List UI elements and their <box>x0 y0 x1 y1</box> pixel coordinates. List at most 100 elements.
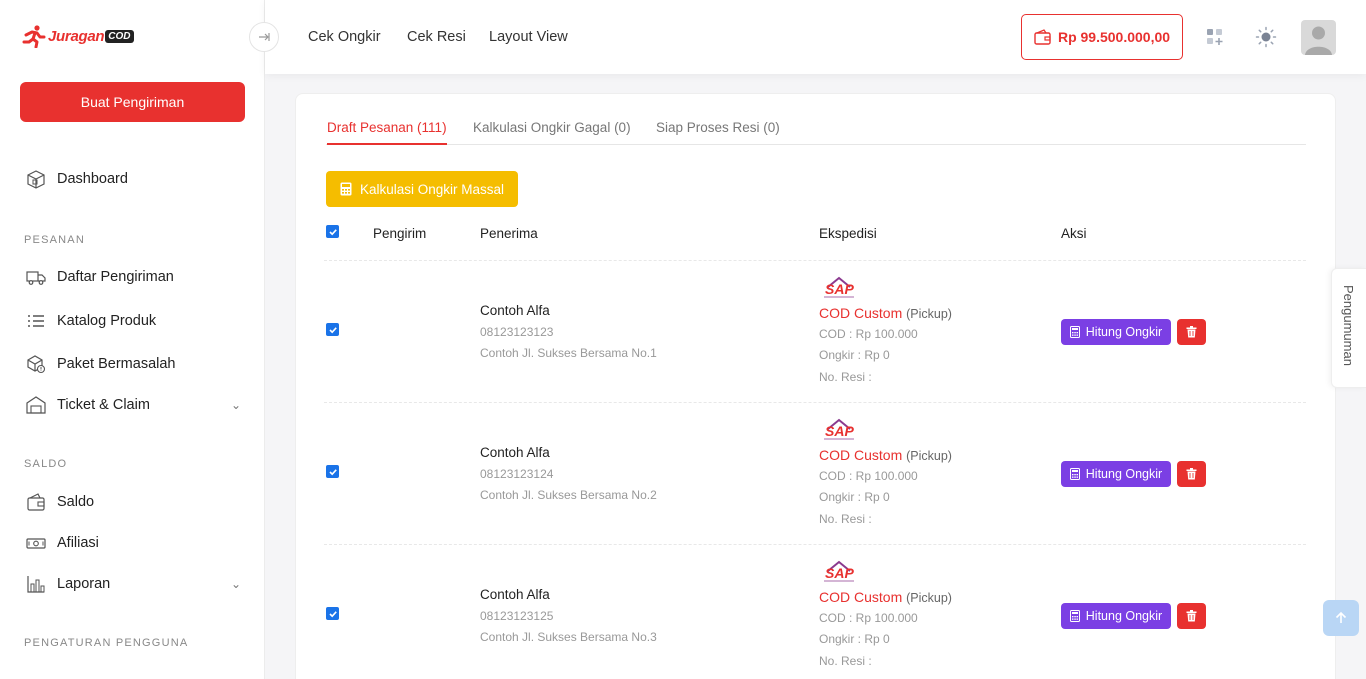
sidebar: Juragan COD Buat Pengiriman Dashboard PE… <box>0 0 265 679</box>
courier-name: COD Custom (Pickup) <box>819 447 952 463</box>
sidebar-item-ticket-claim[interactable]: Ticket & Claim ⌄ <box>26 395 241 415</box>
tab-kalkulasi-gagal[interactable]: Kalkulasi Ongkir Gagal (0) <box>473 120 631 145</box>
receiver-phone: 08123123123 <box>480 325 554 339</box>
sidebar-item-label: Dashboard <box>57 171 128 187</box>
shipping-cost: Ongkir : Rp 0 <box>819 490 890 504</box>
delete-button[interactable] <box>1177 603 1206 629</box>
cod-amount: COD : Rp 100.000 <box>819 327 918 341</box>
calculate-button-label: Hitung Ongkir <box>1085 325 1163 339</box>
bar-chart-icon <box>26 574 46 594</box>
topbar: Cek Ongkir Cek Resi Layout View <box>265 0 1366 74</box>
sidebar-item-afiliasi[interactable]: Afiliasi <box>26 533 241 553</box>
sap-logo-text: SAP <box>825 565 854 581</box>
courier-label: COD Custom <box>819 447 903 463</box>
wallet-icon <box>26 492 46 512</box>
sidebar-item-dashboard[interactable]: Dashboard <box>26 169 241 189</box>
trash-icon <box>1186 468 1197 480</box>
calculator-icon <box>340 182 352 196</box>
column-header-aksi: Aksi <box>1061 226 1087 241</box>
row-divider <box>324 544 1306 545</box>
tab-draft-pesanan[interactable]: Draft Pesanan (111) <box>327 120 447 145</box>
trash-icon <box>1186 326 1197 338</box>
sidebar-item-katalog-produk[interactable]: Katalog Produk <box>26 311 241 331</box>
row-checkbox[interactable] <box>326 465 339 478</box>
apps-add-icon[interactable] <box>1204 26 1226 48</box>
wallet-icon <box>1034 29 1051 45</box>
announcement-tab[interactable]: Pengumuman <box>1331 268 1366 388</box>
package-alert-icon <box>26 354 46 374</box>
sidebar-item-daftar-pengiriman[interactable]: Daftar Pengiriman <box>26 267 241 287</box>
sidebar-item-label: Ticket & Claim <box>57 397 150 413</box>
courier-label: COD Custom <box>819 589 903 605</box>
sidebar-item-label: Laporan <box>57 576 111 592</box>
receiver-phone: 08123123124 <box>480 467 554 481</box>
receiver-phone: 08123123125 <box>480 609 554 623</box>
calculate-shipping-button[interactable]: Hitung Ongkir <box>1061 603 1171 629</box>
sidebar-toggle-button[interactable] <box>249 22 279 52</box>
chevron-down-icon[interactable]: ⌄ <box>231 577 241 591</box>
orders-card: Draft Pesanan (111) Kalkulasi Ongkir Gag… <box>295 93 1336 679</box>
check-icon <box>328 610 337 617</box>
announcement-label: Pengumuman <box>1341 285 1356 366</box>
brand-logo[interactable]: Juragan COD <box>22 24 134 48</box>
sidebar-item-paket-bermasalah[interactable]: Paket Bermasalah <box>26 354 241 374</box>
sidebar-item-laporan[interactable]: Laporan ⌄ <box>26 574 241 594</box>
warehouse-icon <box>26 395 46 415</box>
calculator-icon <box>1069 468 1080 480</box>
tab-siap-proses-resi[interactable]: Siap Proses Resi (0) <box>656 120 780 145</box>
nav-cek-resi[interactable]: Cek Resi <box>407 29 466 45</box>
scroll-to-top-button[interactable] <box>1323 600 1359 636</box>
chevron-down-icon[interactable]: ⌄ <box>231 398 241 412</box>
avatar[interactable] <box>1301 20 1336 55</box>
receiver-address: Contoh Jl. Sukses Bersama No.2 <box>480 488 657 502</box>
balance-amount: Rp 99.500.000,00 <box>1057 29 1171 45</box>
calculate-button-label: Hitung Ongkir <box>1085 467 1163 481</box>
truck-icon <box>26 267 46 287</box>
order-tabs: Draft Pesanan (111) Kalkulasi Ongkir Gag… <box>326 120 1306 145</box>
sidebar-item-saldo[interactable]: Saldo <box>26 492 241 512</box>
calculate-shipping-button[interactable]: Hitung Ongkir <box>1061 319 1171 345</box>
pickup-label: (Pickup) <box>906 307 952 321</box>
section-label-pengaturan: PENGATURAN PENGGUNA <box>24 637 189 649</box>
select-all-checkbox[interactable] <box>326 225 339 238</box>
receiver-name: Contoh Alfa <box>480 303 550 318</box>
brand-suffix: COD <box>105 29 134 43</box>
receiver-name: Contoh Alfa <box>480 587 550 602</box>
trash-icon <box>1186 610 1197 622</box>
nav-layout-view[interactable]: Layout View <box>489 29 568 45</box>
calculator-icon <box>1069 326 1080 338</box>
calculate-button-label: Hitung Ongkir <box>1085 609 1163 623</box>
tracking-number: No. Resi : <box>819 512 872 526</box>
calculator-icon <box>1069 610 1080 622</box>
cod-amount: COD : Rp 100.000 <box>819 611 918 625</box>
arrow-up-icon <box>1335 611 1347 623</box>
sun-icon[interactable] <box>1255 26 1277 48</box>
delete-button[interactable] <box>1177 461 1206 487</box>
calculate-shipping-button[interactable]: Hitung Ongkir <box>1061 461 1171 487</box>
box-icon <box>26 169 46 189</box>
section-label-saldo: SALDO <box>24 458 68 470</box>
shipping-cost: Ongkir : Rp 0 <box>819 632 890 646</box>
sidebar-item-label: Katalog Produk <box>57 313 157 329</box>
sidebar-item-label: Daftar Pengiriman <box>57 269 174 285</box>
shipping-cost: Ongkir : Rp 0 <box>819 348 890 362</box>
money-icon <box>26 533 46 553</box>
runner-logo-icon <box>22 25 46 48</box>
sidebar-item-label: Saldo <box>57 494 95 510</box>
delete-button[interactable] <box>1177 319 1206 345</box>
pickup-label: (Pickup) <box>906 449 952 463</box>
row-divider <box>324 402 1306 403</box>
brand-name: Juragan <box>48 27 105 45</box>
row-checkbox[interactable] <box>326 607 339 620</box>
sap-logo: SAP <box>820 417 858 443</box>
sap-logo-text: SAP <box>825 281 854 297</box>
mass-shipping-calc-button[interactable]: Kalkulasi Ongkir Massal <box>326 171 518 207</box>
nav-cek-ongkir[interactable]: Cek Ongkir <box>308 29 381 45</box>
arrow-right-icon <box>259 33 270 41</box>
balance-button[interactable]: Rp 99.500.000,00 <box>1021 14 1183 60</box>
create-shipment-button[interactable]: Buat Pengiriman <box>20 82 245 122</box>
check-icon <box>328 228 337 235</box>
row-checkbox[interactable] <box>326 323 339 336</box>
tracking-number: No. Resi : <box>819 654 872 668</box>
receiver-name: Contoh Alfa <box>480 445 550 460</box>
